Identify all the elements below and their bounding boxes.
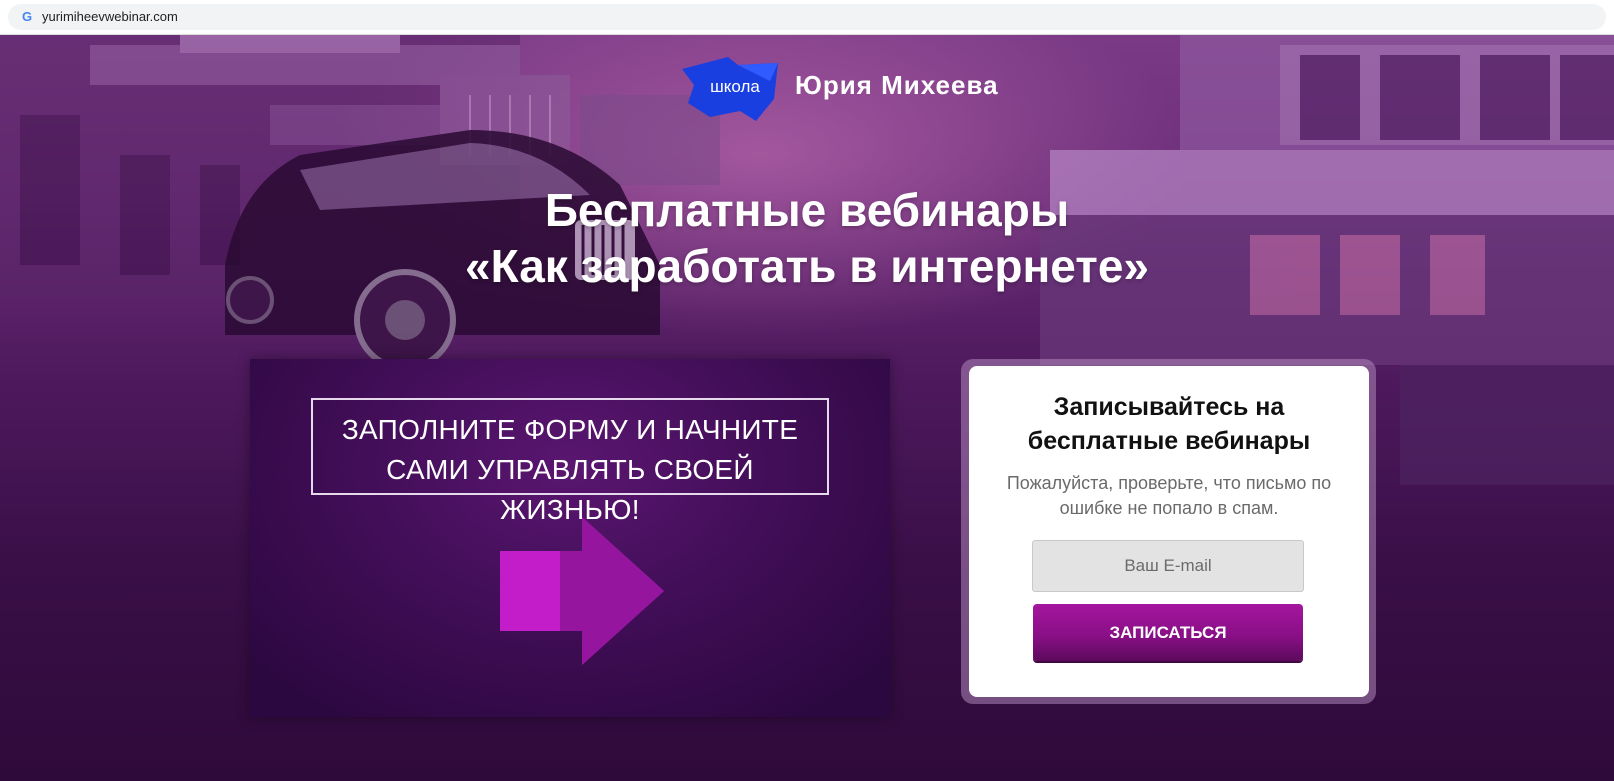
promo-callout-box: ЗАПОЛНИТЕ ФОРМУ И НАЧНИТЕ САМИ УПРАВЛЯТЬ… (311, 398, 829, 525)
logo-school-label: школа (710, 77, 760, 96)
arrow-right-icon (500, 517, 664, 665)
form-title-line2: бесплатные вебинары (1027, 427, 1311, 455)
form-title-line1: Записывайтесь на (1053, 393, 1285, 421)
promo-panel: ЗАПОЛНИТЕ ФОРМУ И НАЧНИТЕ САМИ УПРАВЛЯТЬ… (250, 359, 890, 717)
page-title-line1: Бесплатные вебинары (544, 184, 1070, 236)
form-title: Записывайтесь на бесплатные вебинары (969, 390, 1369, 458)
spam-notice: Пожалуйста, проверьте, что письмо по оши… (979, 471, 1359, 521)
email-field[interactable] (1032, 540, 1304, 592)
url-text[interactable]: yurimiheevwebinar.com (42, 10, 178, 24)
spam-notice-line2: ошибке не попало в спам. (1059, 498, 1279, 518)
page-title: Бесплатные вебинары «Как заработать в ин… (300, 182, 1314, 294)
subscribe-button[interactable]: ЗАПИСАТЬСЯ (1033, 604, 1303, 661)
url-field[interactable]: G yurimiheevwebinar.com (8, 4, 1606, 30)
browser-address-bar: G yurimiheevwebinar.com (0, 0, 1614, 35)
logo-name[interactable]: Юрия Михеева (795, 70, 999, 100)
promo-callout-text: ЗАПОЛНИТЕ ФОРМУ И НАЧНИТЕ САМИ УПРАВЛЯТЬ… (313, 410, 827, 530)
promo-line1: ЗАПОЛНИТЕ ФОРМУ И НАЧНИТЕ (341, 414, 799, 445)
google-g-icon: G (21, 9, 33, 24)
spam-notice-line1: Пожалуйста, проверьте, что письмо по (1006, 473, 1332, 493)
page-title-line2: «Как заработать в интернете» (465, 240, 1149, 292)
signup-form-card: Записывайтесь на бесплатные вебинары Пож… (969, 366, 1369, 697)
hero-section: школа Юрия Михеева Бесплатные вебинары «… (0, 35, 1614, 781)
